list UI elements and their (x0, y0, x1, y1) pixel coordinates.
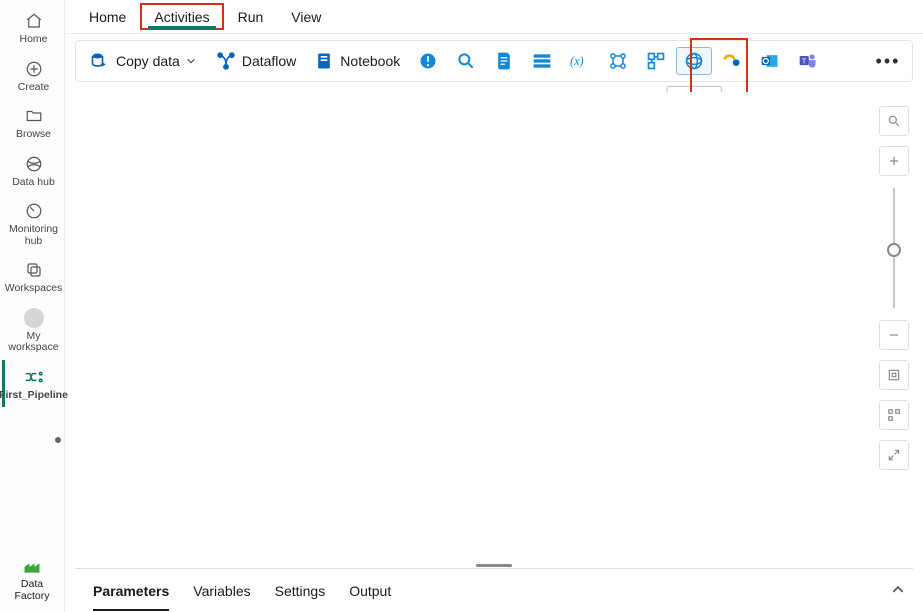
rail-item-datafactory[interactable]: Data Factory (2, 550, 62, 612)
teams-icon: T (798, 51, 818, 71)
workspaces-icon (25, 259, 43, 281)
dataflow-button[interactable]: Dataflow (208, 47, 304, 75)
script-activity-button[interactable] (486, 47, 522, 75)
ribbon-tabs: Home Activities Run View (65, 0, 923, 34)
zoom-out-button[interactable] (879, 320, 909, 350)
fit-to-screen-button[interactable] (879, 360, 909, 390)
search-activity-button[interactable] (448, 47, 484, 75)
rail-item-label: First_Pipeline (0, 390, 68, 402)
datahub-icon (25, 153, 43, 175)
unsaved-indicator-dot (55, 437, 61, 443)
variable-icon: (x) (570, 51, 590, 71)
toolbar-more-button[interactable]: ••• (870, 47, 906, 75)
rail-item-label: Create (18, 82, 50, 94)
rail-item-home[interactable]: Home (2, 4, 62, 52)
copy-data-label: Copy data (116, 53, 180, 69)
svg-text:T: T (802, 57, 807, 66)
ribbon-tab-home[interactable]: Home (75, 3, 140, 30)
activities-toolbar: Copy data Dataflow Notebook (75, 40, 913, 82)
mlflow-icon (608, 51, 628, 71)
zoom-in-button[interactable] (879, 146, 909, 176)
plus-circle-icon (25, 58, 43, 80)
rail-item-label: My workspace (5, 331, 62, 354)
rail-item-label: Data Factory (2, 578, 62, 602)
rail-item-browse[interactable]: Browse (2, 99, 62, 147)
rail-item-datahub[interactable]: Data hub (2, 147, 62, 195)
stored-proc-activity-button[interactable] (524, 47, 560, 75)
web-icon (684, 51, 704, 71)
notebook-button[interactable]: Notebook (306, 47, 408, 75)
rail-item-workspaces[interactable]: Workspaces (2, 253, 62, 301)
outlook-activity-button[interactable] (752, 47, 788, 75)
left-rail: Home Create Browse Data hub Monitoring h… (0, 0, 65, 612)
rail-item-my-workspace[interactable]: My workspace (2, 301, 62, 360)
ribbon-tab-activities[interactable]: Activities (140, 3, 223, 30)
pipeline-canvas[interactable] (75, 92, 923, 562)
rail-item-create[interactable]: Create (2, 52, 62, 100)
dataflow-label: Dataflow (242, 53, 296, 69)
monitor-icon (25, 200, 43, 222)
auto-layout-button[interactable] (879, 400, 909, 430)
canvas-controls (879, 106, 909, 470)
rail-item-monitoring[interactable]: Monitoring hub (2, 194, 62, 253)
canvas-search-button[interactable] (879, 106, 909, 136)
dataflow-icon (216, 51, 236, 71)
bottom-tab-variables[interactable]: Variables (193, 571, 250, 611)
chevron-down-icon (186, 55, 198, 67)
notebook-label: Notebook (340, 53, 400, 69)
switch-icon (646, 51, 666, 71)
pipeline-icon (24, 366, 44, 388)
variable-activity-button[interactable]: (x) (562, 47, 598, 75)
rail-item-label: Browse (16, 129, 51, 141)
home-icon (25, 10, 43, 32)
zoom-slider-thumb[interactable] (887, 243, 901, 257)
lookup-activity-button[interactable] (410, 47, 446, 75)
stored-proc-icon (532, 51, 552, 71)
folder-icon (25, 105, 43, 127)
rail-item-label: Data hub (12, 177, 55, 189)
svg-text:(x): (x) (570, 54, 584, 68)
main-area: Home Activities Run View Copy data Dataf… (65, 0, 923, 612)
avatar-icon (24, 307, 44, 329)
outlook-icon (760, 51, 780, 71)
webhook-activity-button[interactable] (714, 47, 750, 75)
teams-activity-button[interactable]: T (790, 47, 826, 75)
collapse-panel-button[interactable] (891, 582, 905, 599)
zoom-slider[interactable] (893, 188, 895, 308)
ml-activity-button[interactable] (600, 47, 636, 75)
lookup-icon (418, 51, 438, 71)
copy-data-button[interactable]: Copy data (82, 47, 206, 75)
ellipsis-icon: ••• (878, 51, 898, 71)
webhook-icon (722, 51, 742, 71)
bottom-tab-parameters[interactable]: Parameters (93, 571, 169, 611)
bottom-panel: Parameters Variables Settings Output (75, 568, 913, 612)
ribbon-tab-view[interactable]: View (277, 3, 335, 30)
rail-item-label: Home (19, 34, 47, 46)
data-factory-icon (22, 556, 42, 578)
switch-activity-button[interactable] (638, 47, 674, 75)
fullscreen-button[interactable] (879, 440, 909, 470)
notebook-icon (314, 51, 334, 71)
copy-data-icon (90, 51, 110, 71)
search-icon (456, 51, 476, 71)
web-activity-button[interactable]: Web (676, 47, 712, 75)
bottom-tab-output[interactable]: Output (349, 571, 391, 611)
rail-item-first-pipeline[interactable]: First_Pipeline (2, 360, 62, 408)
rail-item-label: Monitoring hub (5, 224, 62, 247)
bottom-tab-settings[interactable]: Settings (275, 571, 326, 611)
rail-item-label: Workspaces (5, 283, 63, 295)
script-icon (494, 51, 514, 71)
ribbon-tab-run[interactable]: Run (224, 3, 278, 30)
